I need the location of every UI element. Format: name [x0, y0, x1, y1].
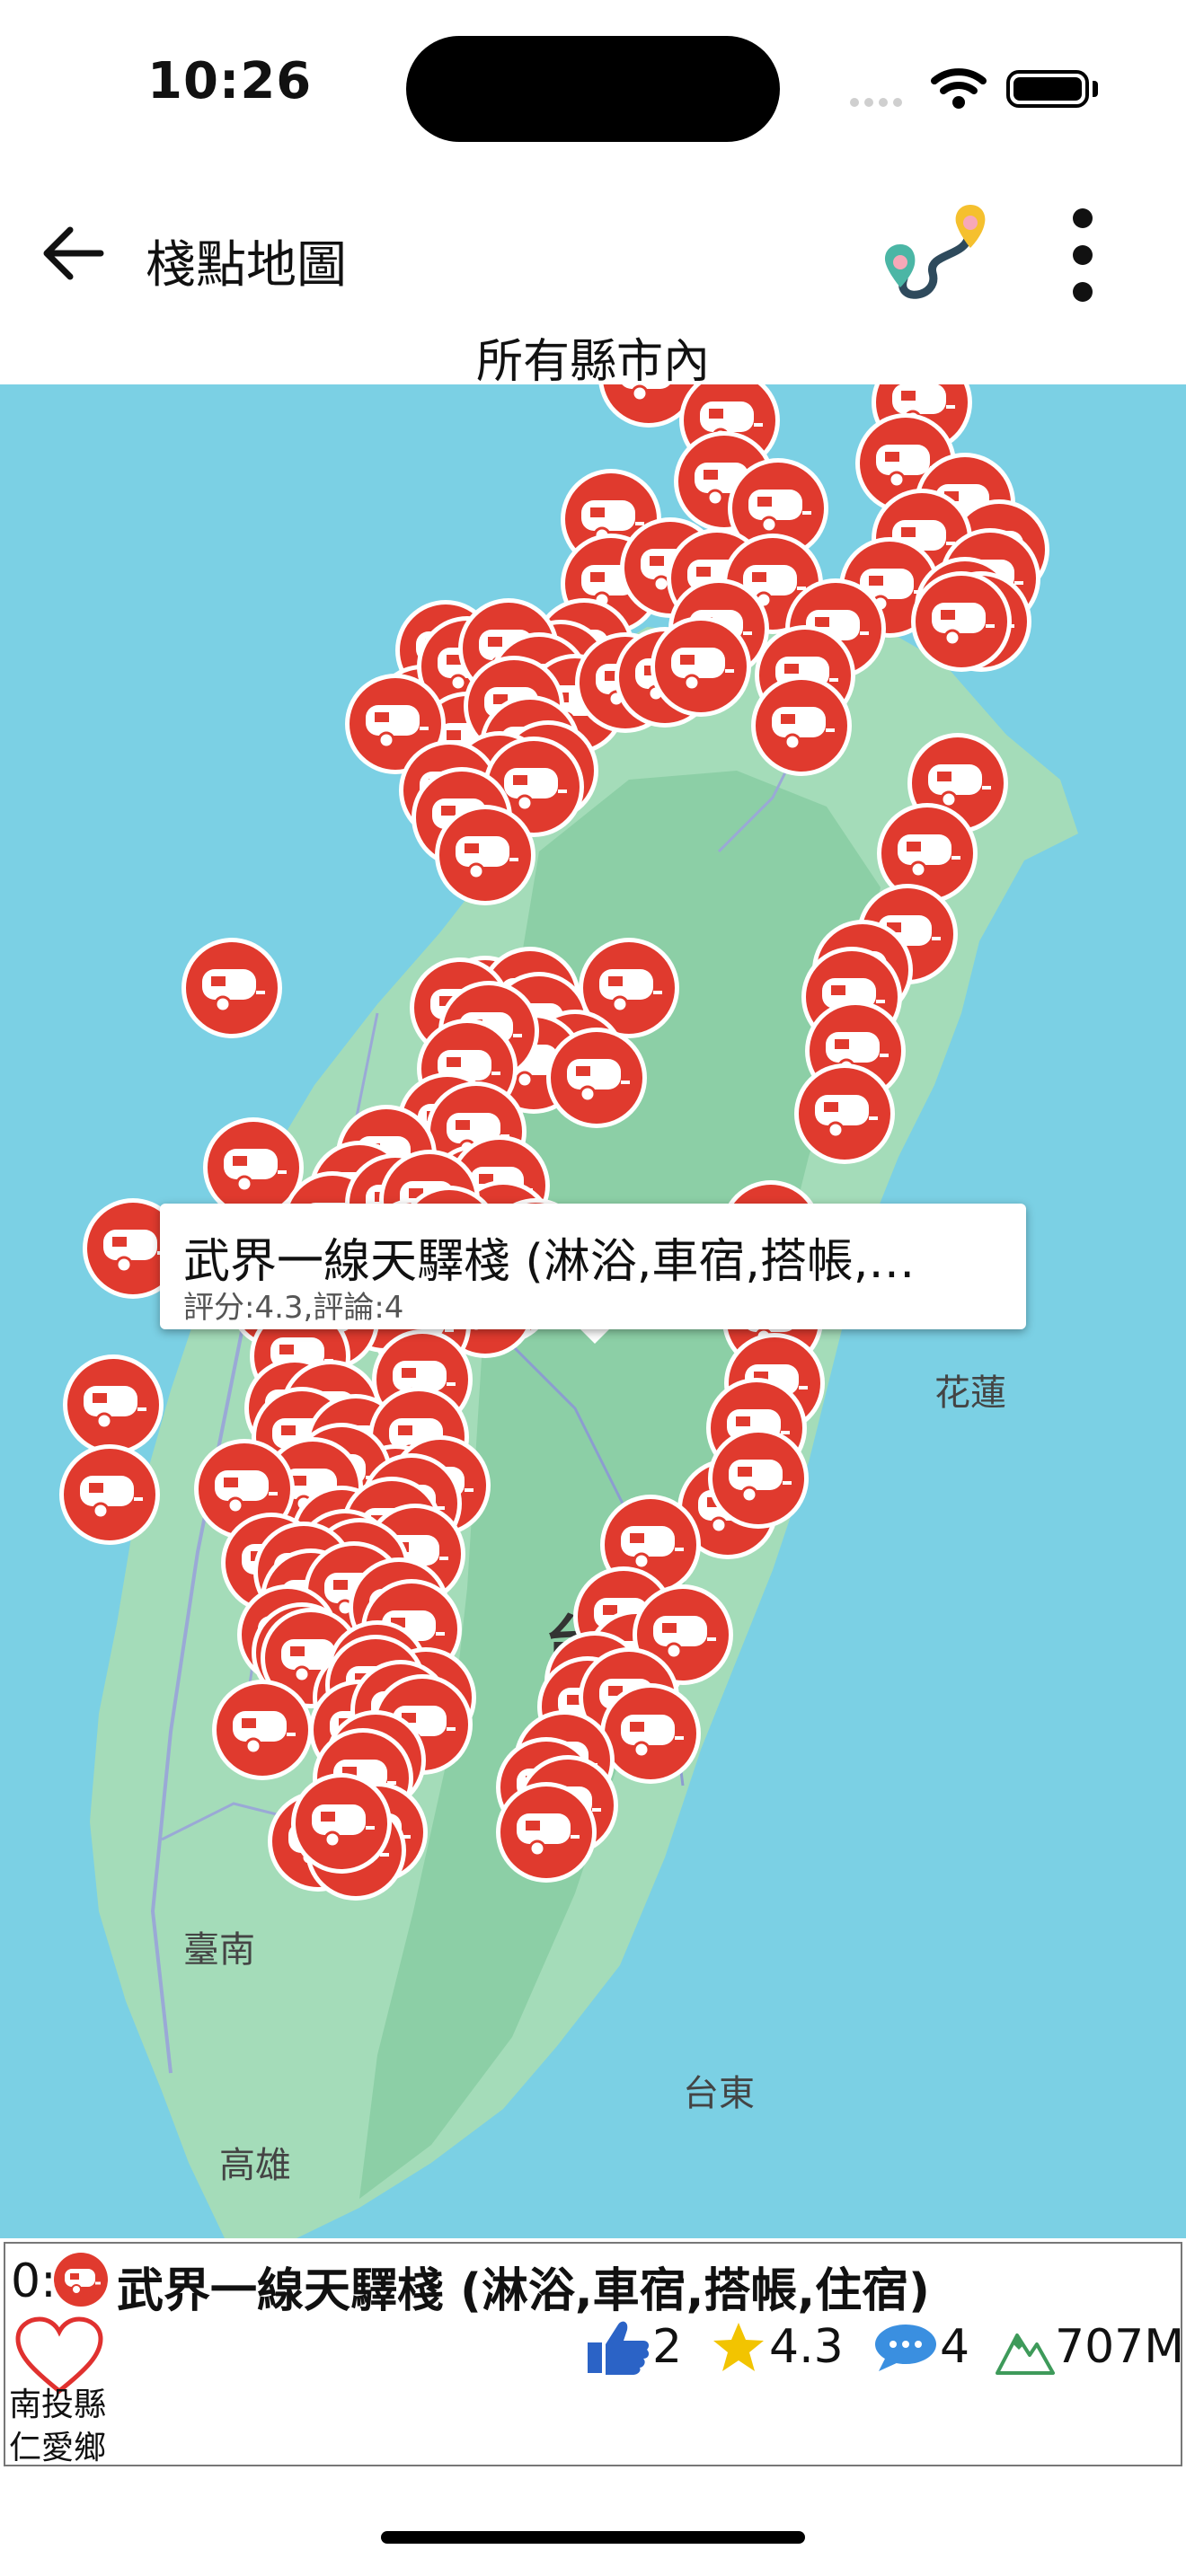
- camper-trailer-icon[interactable]: [908, 569, 1014, 675]
- elevation-value: 707M: [1055, 2320, 1185, 2374]
- region-filter-label: 所有縣市內: [475, 335, 710, 389]
- route-planner-icon[interactable]: [877, 198, 996, 309]
- star-icon: [713, 2323, 764, 2371]
- map-city-label: 台東: [683, 2073, 755, 2114]
- more-options-icon[interactable]: [1053, 208, 1112, 302]
- camper-trailer-icon[interactable]: [544, 1025, 650, 1131]
- camper-trailer-icon[interactable]: [209, 1677, 315, 1783]
- map-city-label: 高雄: [219, 2145, 291, 2186]
- camper-trailer-icon[interactable]: [432, 802, 538, 908]
- camper-trailer-icon[interactable]: [57, 1442, 163, 1548]
- battery-cap: [1093, 81, 1098, 97]
- rating-value: 4.3: [769, 2320, 844, 2374]
- speech-bubble-icon: [875, 2325, 936, 2371]
- spot-county: 南投縣: [9, 2386, 107, 2423]
- page-title: 棧點地圖: [146, 236, 347, 295]
- battery-icon: [1006, 70, 1089, 108]
- spot-index: 0:: [11, 2254, 57, 2308]
- camper-trailer-icon[interactable]: [792, 1061, 898, 1167]
- spot-township: 仁愛鄉: [9, 2430, 107, 2466]
- comments-count: 4: [940, 2320, 970, 2374]
- camper-trailer-icon[interactable]: [179, 935, 285, 1041]
- mountain-icon: [996, 2333, 1055, 2375]
- dynamic-island: [406, 36, 780, 142]
- status-time: 10:26: [147, 52, 313, 110]
- marker-callout[interactable]: 武界一線天驛棧 (淋浴,車宿,搭帳,… 評分:4.3,評論:4: [160, 1204, 1026, 1329]
- spot-title: 武界一線天驛棧 (淋浴,車宿,搭帳,住宿): [117, 2264, 930, 2318]
- camper-trailer-icon[interactable]: [288, 1770, 394, 1876]
- camper-trailer-icon[interactable]: [705, 1425, 811, 1531]
- thumbs-up-icon: [588, 2321, 650, 2375]
- camper-trailer-icon: [54, 2253, 108, 2307]
- callout-rating: 評分:4.3,評論:4: [183, 1290, 404, 1326]
- camper-trailer-icon[interactable]: [648, 613, 754, 719]
- back-arrow-icon[interactable]: [32, 214, 111, 293]
- map-view[interactable]: 頭份 台中 臺南 高雄 花蓮 台東 台灣 武界一線天驛棧 (淋浴,車宿,搭帳,……: [0, 384, 1186, 2238]
- home-indicator: [381, 2531, 805, 2544]
- spot-info-panel[interactable]: 0: 武界一線天驛棧 (淋浴,車宿,搭帳,住宿) 南投縣 仁愛鄉 2 4.3 4: [4, 2242, 1185, 2466]
- map-city-label: 花蓮: [934, 1372, 1006, 1414]
- camper-trailer-icon[interactable]: [493, 1779, 599, 1885]
- map-city-label: 臺南: [183, 1929, 255, 1971]
- cellular-signal-icon: [850, 93, 907, 110]
- likes-count: 2: [652, 2320, 683, 2374]
- status-bar: 10:26: [0, 0, 1186, 171]
- callout-title: 武界一線天驛棧 (淋浴,車宿,搭帳,…: [183, 1235, 916, 1289]
- camper-trailer-icon[interactable]: [748, 673, 854, 779]
- wifi-icon: [931, 68, 987, 109]
